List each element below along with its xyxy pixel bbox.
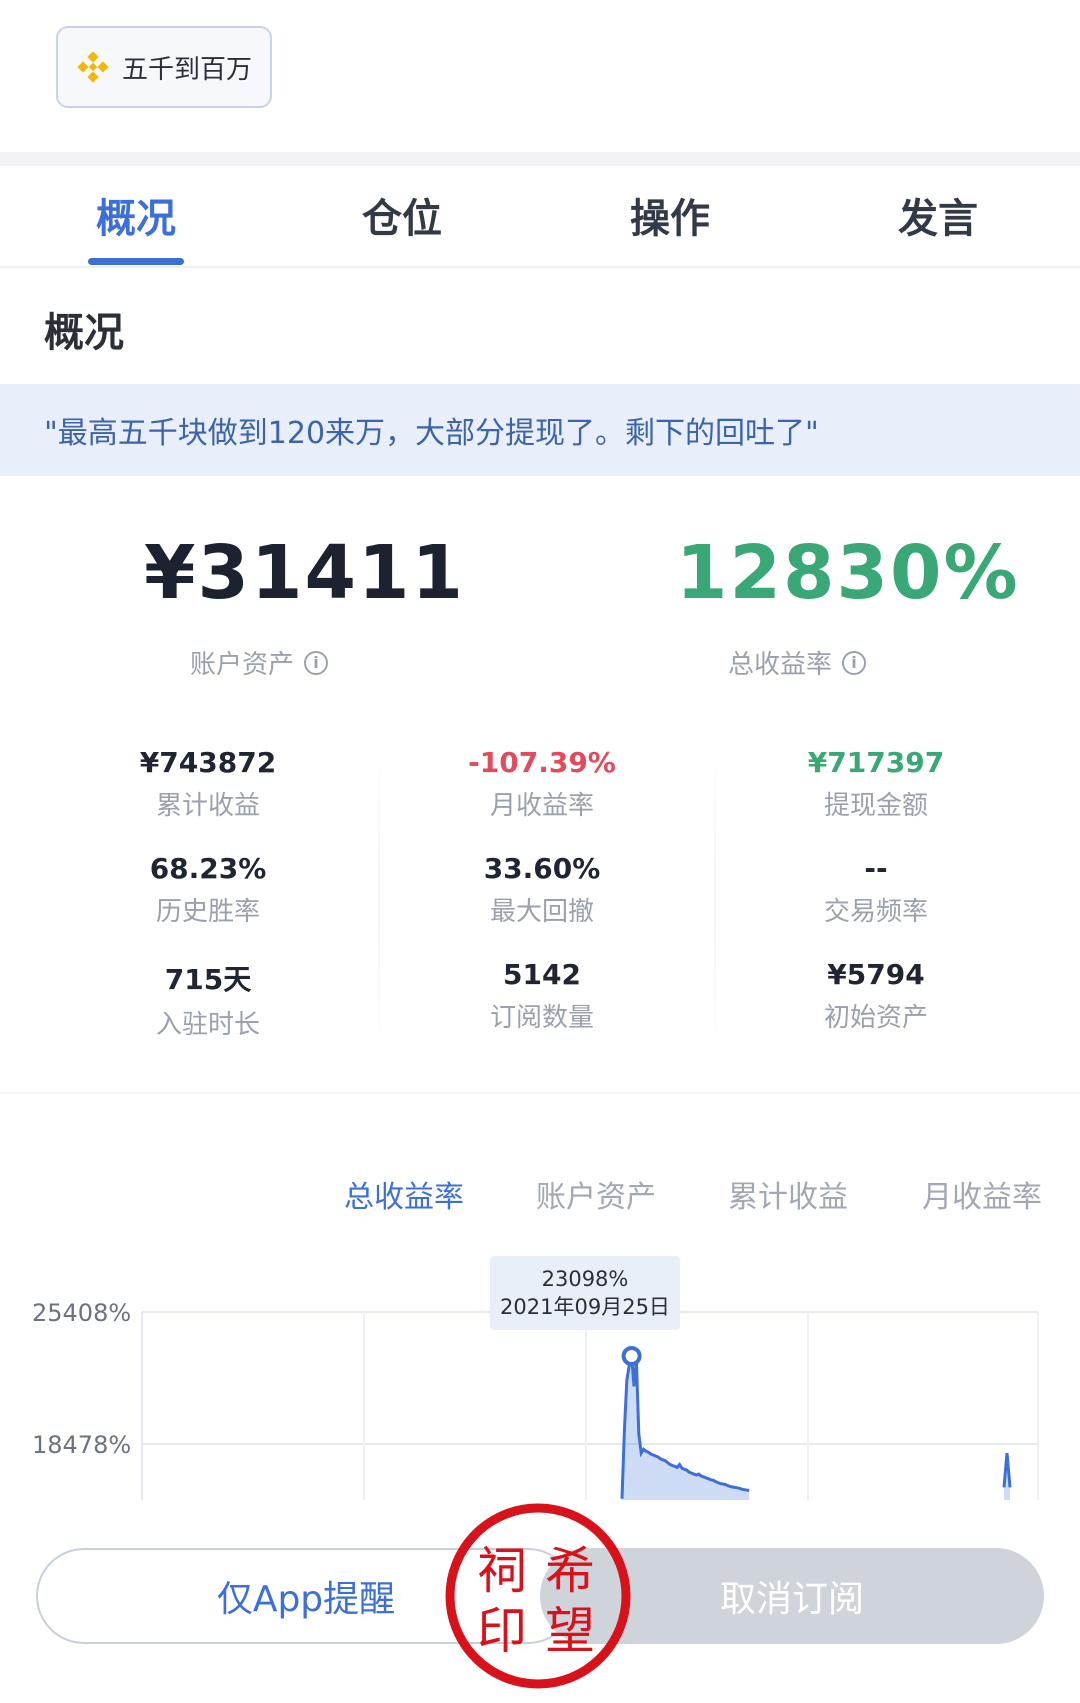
stat-value: 5142 — [503, 958, 581, 991]
chart-tab-account-assets[interactable]: 账户资产 — [536, 1172, 656, 1216]
stat-label: 月收益率 — [489, 791, 594, 821]
active-tab-indicator — [88, 258, 184, 265]
stat-label: 累计收益 — [155, 791, 260, 821]
stat-value: -107.39% — [468, 746, 616, 779]
stat-trade-frequency: -- 交易频率 — [746, 852, 1006, 928]
stat-monthly-return: -107.39% 月收益率 — [412, 746, 672, 822]
stat-subscriber-count: 5142 订阅数量 — [412, 958, 672, 1034]
tab-positions[interactable]: 仓位 — [302, 186, 502, 244]
stat-initial-assets: ¥5794 初始资产 — [746, 958, 1006, 1034]
column-divider — [714, 748, 716, 1048]
tab-operations[interactable]: 操作 — [570, 186, 770, 244]
account-assets-label-text: 账户资产 — [190, 650, 295, 680]
app-only-reminder-label: 仅App提醒 — [216, 1579, 396, 1620]
y-tick-label: 18478% — [32, 1431, 131, 1459]
account-assets-label: 账户资产 i — [190, 644, 329, 681]
tooltip-date: 2021年09月25日 — [500, 1295, 670, 1319]
info-icon[interactable]: i — [304, 650, 329, 675]
stat-label: 历史胜率 — [155, 897, 260, 927]
stat-cumulative-profit: ¥743872 累计收益 — [78, 746, 338, 822]
stat-value: 715天 — [164, 963, 252, 996]
stat-value: ¥5794 — [827, 958, 925, 991]
stat-value: -- — [864, 852, 888, 885]
stat-label: 初始资产 — [823, 1003, 928, 1033]
total-return-label: 总收益率 i — [728, 644, 867, 681]
stat-value: 68.23% — [149, 852, 267, 885]
binance-logo-icon — [77, 51, 109, 83]
stat-value: 33.60% — [483, 852, 601, 885]
chart-tab-monthly-return[interactable]: 月收益率 — [922, 1172, 1042, 1216]
stat-max-drawdown: 33.60% 最大回撤 — [412, 852, 672, 928]
stat-value: ¥743872 — [139, 746, 277, 779]
stat-days-joined: 715天 入驻时长 — [78, 958, 338, 1041]
stat-withdrawn-amount: ¥717397 提现金额 — [746, 746, 1006, 822]
stat-label: 最大回撤 — [489, 897, 594, 927]
series-area — [622, 1356, 750, 1500]
stat-value: ¥717397 — [807, 746, 945, 779]
main-tabs: 概况 仓位 操作 发言 — [0, 186, 1080, 268]
total-return-value: 12830% — [676, 530, 1020, 616]
header-divider — [0, 152, 1080, 166]
tab-overview[interactable]: 概况 — [36, 186, 236, 244]
red-seal-stamp: 祠 希 印 望 — [445, 1503, 631, 1689]
total-return-label-text: 总收益率 — [728, 650, 833, 680]
info-icon[interactable]: i — [842, 650, 867, 675]
chart-tab-cumulative-profit[interactable]: 累计收益 — [728, 1172, 848, 1216]
profile-quote: "最高五千块做到120来万，大部分提现了。剩下的回吐了" — [0, 384, 1080, 476]
seal-char: 望 — [545, 1602, 595, 1660]
account-chip[interactable]: 五千到百万 — [56, 26, 272, 108]
chart-tab-total-return[interactable]: 总收益率 — [344, 1172, 464, 1216]
seal-char: 希 — [545, 1542, 595, 1600]
tab-posts[interactable]: 发言 — [838, 186, 1038, 244]
highlighted-point — [621, 1346, 642, 1366]
stat-label: 订阅数量 — [489, 1003, 594, 1033]
tooltip-value: 23098% — [542, 1267, 629, 1291]
seal-char: 祠 — [477, 1542, 527, 1600]
section-title: 概况 — [44, 310, 124, 356]
stat-label: 提现金额 — [823, 791, 928, 821]
tabs-divider — [0, 266, 1080, 268]
unsubscribe-label: 取消订阅 — [719, 1579, 864, 1620]
return-chart[interactable]: 25408% 18478% 23098% 2021年09月25日 — [0, 1250, 1080, 1500]
section-divider — [0, 1092, 1080, 1094]
column-divider — [378, 748, 380, 1048]
stat-label: 交易频率 — [823, 897, 928, 927]
stat-win-rate: 68.23% 历史胜率 — [78, 852, 338, 928]
stat-label: 入驻时长 — [155, 1010, 260, 1040]
quote-text: "最高五千块做到120来万，大部分提现了。剩下的回吐了" — [44, 416, 819, 451]
account-name: 五千到百万 — [121, 54, 252, 85]
account-assets-value: ¥31411 — [144, 530, 465, 616]
chart-tooltip: 23098% 2021年09月25日 — [490, 1256, 680, 1330]
seal-char: 印 — [477, 1602, 527, 1660]
y-tick-label: 25408% — [32, 1299, 131, 1327]
series-layer — [620, 1346, 1012, 1500]
